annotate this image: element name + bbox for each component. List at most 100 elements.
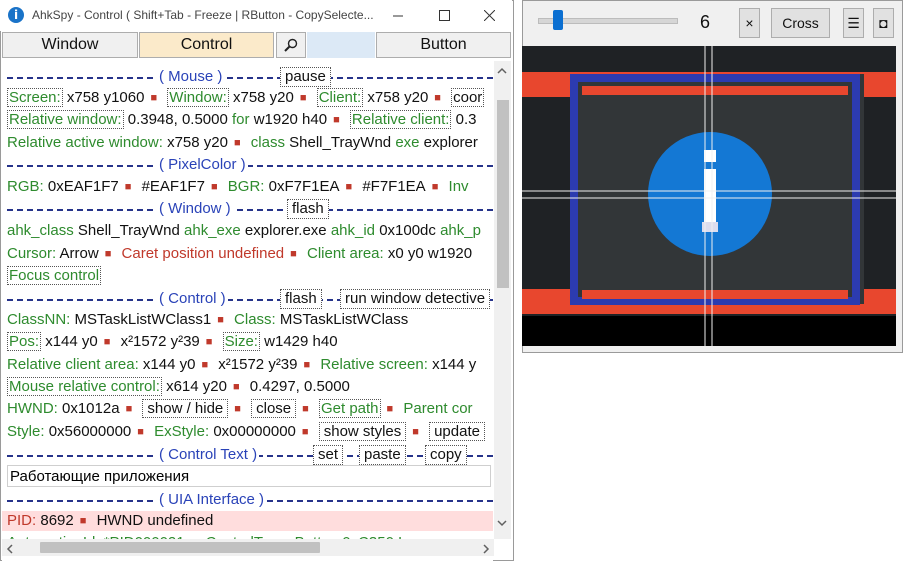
control-text-field[interactable]: Работающие приложения	[7, 465, 491, 487]
zoom-close-button[interactable]: ×	[739, 8, 760, 38]
focus-control-button[interactable]: Focus control	[7, 266, 102, 285]
flash-control-button[interactable]: flash	[280, 289, 322, 309]
rel-screen-label: Relative screen:	[320, 356, 428, 373]
control-section-header: ( Control ) flash run window detective	[7, 289, 493, 309]
class-label: Class:	[234, 311, 276, 328]
minimize-icon	[393, 15, 403, 16]
rel-client-label[interactable]: Relative client:	[349, 110, 452, 129]
mouse-rel-value: x614 y20	[166, 378, 227, 395]
magnifier-icon	[284, 38, 298, 52]
copy-text-button[interactable]: copy	[425, 445, 467, 465]
pos-value: x144 y0	[45, 333, 98, 350]
rel-window-value: 0.3948, 0.5000	[127, 111, 228, 128]
window-value: x758 y20	[232, 89, 294, 106]
pause-button[interactable]: pause	[280, 67, 331, 87]
close-control-button[interactable]: close	[251, 399, 297, 418]
rgb-label: RGB:	[7, 178, 44, 195]
parent-control-label: Parent cor	[403, 400, 473, 417]
rel-client-value: 0.3	[455, 111, 477, 128]
rel-window-label[interactable]: Relative window:	[7, 110, 124, 129]
mouse-rel2-value: 0.4297, 0.5000	[249, 378, 350, 395]
for-label: for	[232, 111, 250, 128]
exstyle-label: ExStyle:	[154, 423, 210, 440]
show-hide-button[interactable]: show / hide	[142, 399, 229, 418]
exe-value: explorer	[423, 134, 478, 151]
close-button[interactable]	[466, 0, 512, 31]
scroll-right-icon[interactable]	[482, 543, 490, 557]
window-cursor-row: Cursor: Arrow ■ Caret position undefined ■…	[7, 245, 473, 262]
classnn-label: ClassNN:	[7, 311, 71, 328]
rgb-hex: #EAF1F7	[141, 178, 205, 195]
ahk-pid-label: ahk_p	[440, 222, 481, 239]
bgr-hex: #F7F1EA	[362, 178, 426, 195]
style-label: Style:	[7, 423, 45, 440]
client-label[interactable]: Client:	[316, 88, 364, 107]
maximize-button[interactable]	[421, 0, 467, 31]
zoom-slider-thumb[interactable]	[553, 10, 563, 30]
section-title: ( Window )	[157, 199, 233, 219]
rel-client-area-label: Relative client area:	[7, 356, 139, 373]
control-mouse-row: Mouse relative control: x614 y20 ■ 0.4297…	[7, 377, 350, 396]
section-title: ( Control Text )	[157, 445, 260, 465]
ahk-id-label: ahk_id	[330, 222, 376, 239]
tab-spacer	[307, 32, 375, 58]
ahk-exe-label: ahk_exe	[184, 222, 241, 239]
zoom-menu-button[interactable]: ☰	[843, 8, 864, 38]
window-ahk-row: ahk_class Shell_TrayWnd ahk_exe explorer…	[7, 221, 481, 241]
scroll-left-icon[interactable]	[6, 543, 14, 557]
pid-value: 8692	[40, 512, 74, 529]
classnn-value: MSTaskListWClass1	[74, 311, 212, 328]
scroll-down-icon[interactable]	[497, 516, 507, 530]
tab-control[interactable]: Control	[139, 32, 274, 58]
pos-label[interactable]: Pos:	[7, 332, 42, 351]
set-text-button[interactable]: set	[313, 445, 344, 465]
minimize-button[interactable]	[375, 0, 421, 31]
hwnd-undefined: HWND undefined	[96, 512, 214, 529]
vertical-scroll-thumb[interactable]	[497, 100, 509, 288]
bgr-label: BGR:	[227, 178, 265, 195]
rel-client-area2-value: x²1572 y²39	[218, 356, 298, 373]
window-detective-button[interactable]: run window detective	[340, 289, 491, 309]
cursor-value: Arrow	[59, 245, 99, 262]
ahk-id-value: 0x100dc	[379, 222, 436, 239]
frame-toggle-button[interactable]: ◘	[873, 8, 894, 38]
window-label[interactable]: Window:	[167, 88, 229, 107]
scroll-up-icon[interactable]	[497, 64, 507, 78]
rel-active-value: x758 y20	[167, 134, 228, 151]
update-button[interactable]: update	[429, 422, 485, 441]
hwnd-label: HWND:	[7, 400, 58, 417]
find-button[interactable]	[276, 32, 306, 58]
paste-text-button[interactable]: paste	[359, 445, 406, 465]
get-path-button[interactable]: Get path	[318, 399, 381, 418]
rel-client-area-value: x144 y0	[142, 356, 196, 373]
client-area-label: Client area:	[306, 245, 384, 262]
section-title: ( UIA Interface )	[157, 490, 267, 510]
size-label[interactable]: Size:	[222, 332, 260, 351]
ctltext-section-header: ( Control Text ) set paste copy	[7, 445, 493, 465]
exe-label: exe	[395, 134, 420, 151]
mouse-section-header: ( Mouse ) pause	[7, 67, 493, 87]
magnified-pixels-image	[522, 46, 896, 346]
screen-label[interactable]: Screen:	[7, 88, 63, 107]
coord-mode-button[interactable]: coor	[451, 88, 485, 107]
zoom-view	[522, 46, 896, 346]
class-value: Shell_TrayWnd	[289, 134, 392, 151]
hwnd-value: 0x1012a	[62, 400, 120, 417]
mouse-rel-label[interactable]: Mouse relative control:	[7, 377, 162, 396]
cross-button[interactable]: Cross	[771, 8, 830, 38]
tab-button[interactable]: Button	[376, 32, 511, 58]
flash-window-button[interactable]: flash	[287, 199, 329, 219]
show-styles-button[interactable]: show styles	[318, 422, 407, 441]
section-title: ( Control )	[157, 289, 228, 309]
pid-label: PID:	[7, 512, 37, 529]
horizontal-scroll-thumb[interactable]	[40, 542, 320, 553]
ahk-class-label: ahk_class	[7, 222, 74, 239]
ahk-class-value: Shell_TrayWnd	[77, 222, 180, 239]
close-icon	[483, 10, 495, 21]
for-value: w1920 h40	[253, 111, 328, 128]
app-info-icon: i	[8, 7, 24, 23]
control-hwnd-row: HWND: 0x1012a ■ show / hide ■ close ■ Get p…	[7, 399, 473, 418]
tab-window[interactable]: Window	[2, 32, 138, 58]
uia-pid-row: PID: 8692 ■ HWND undefined	[2, 511, 493, 531]
control-class-row: ClassNN: MSTaskListWClass1 ■ Class: MSTas…	[7, 311, 409, 328]
